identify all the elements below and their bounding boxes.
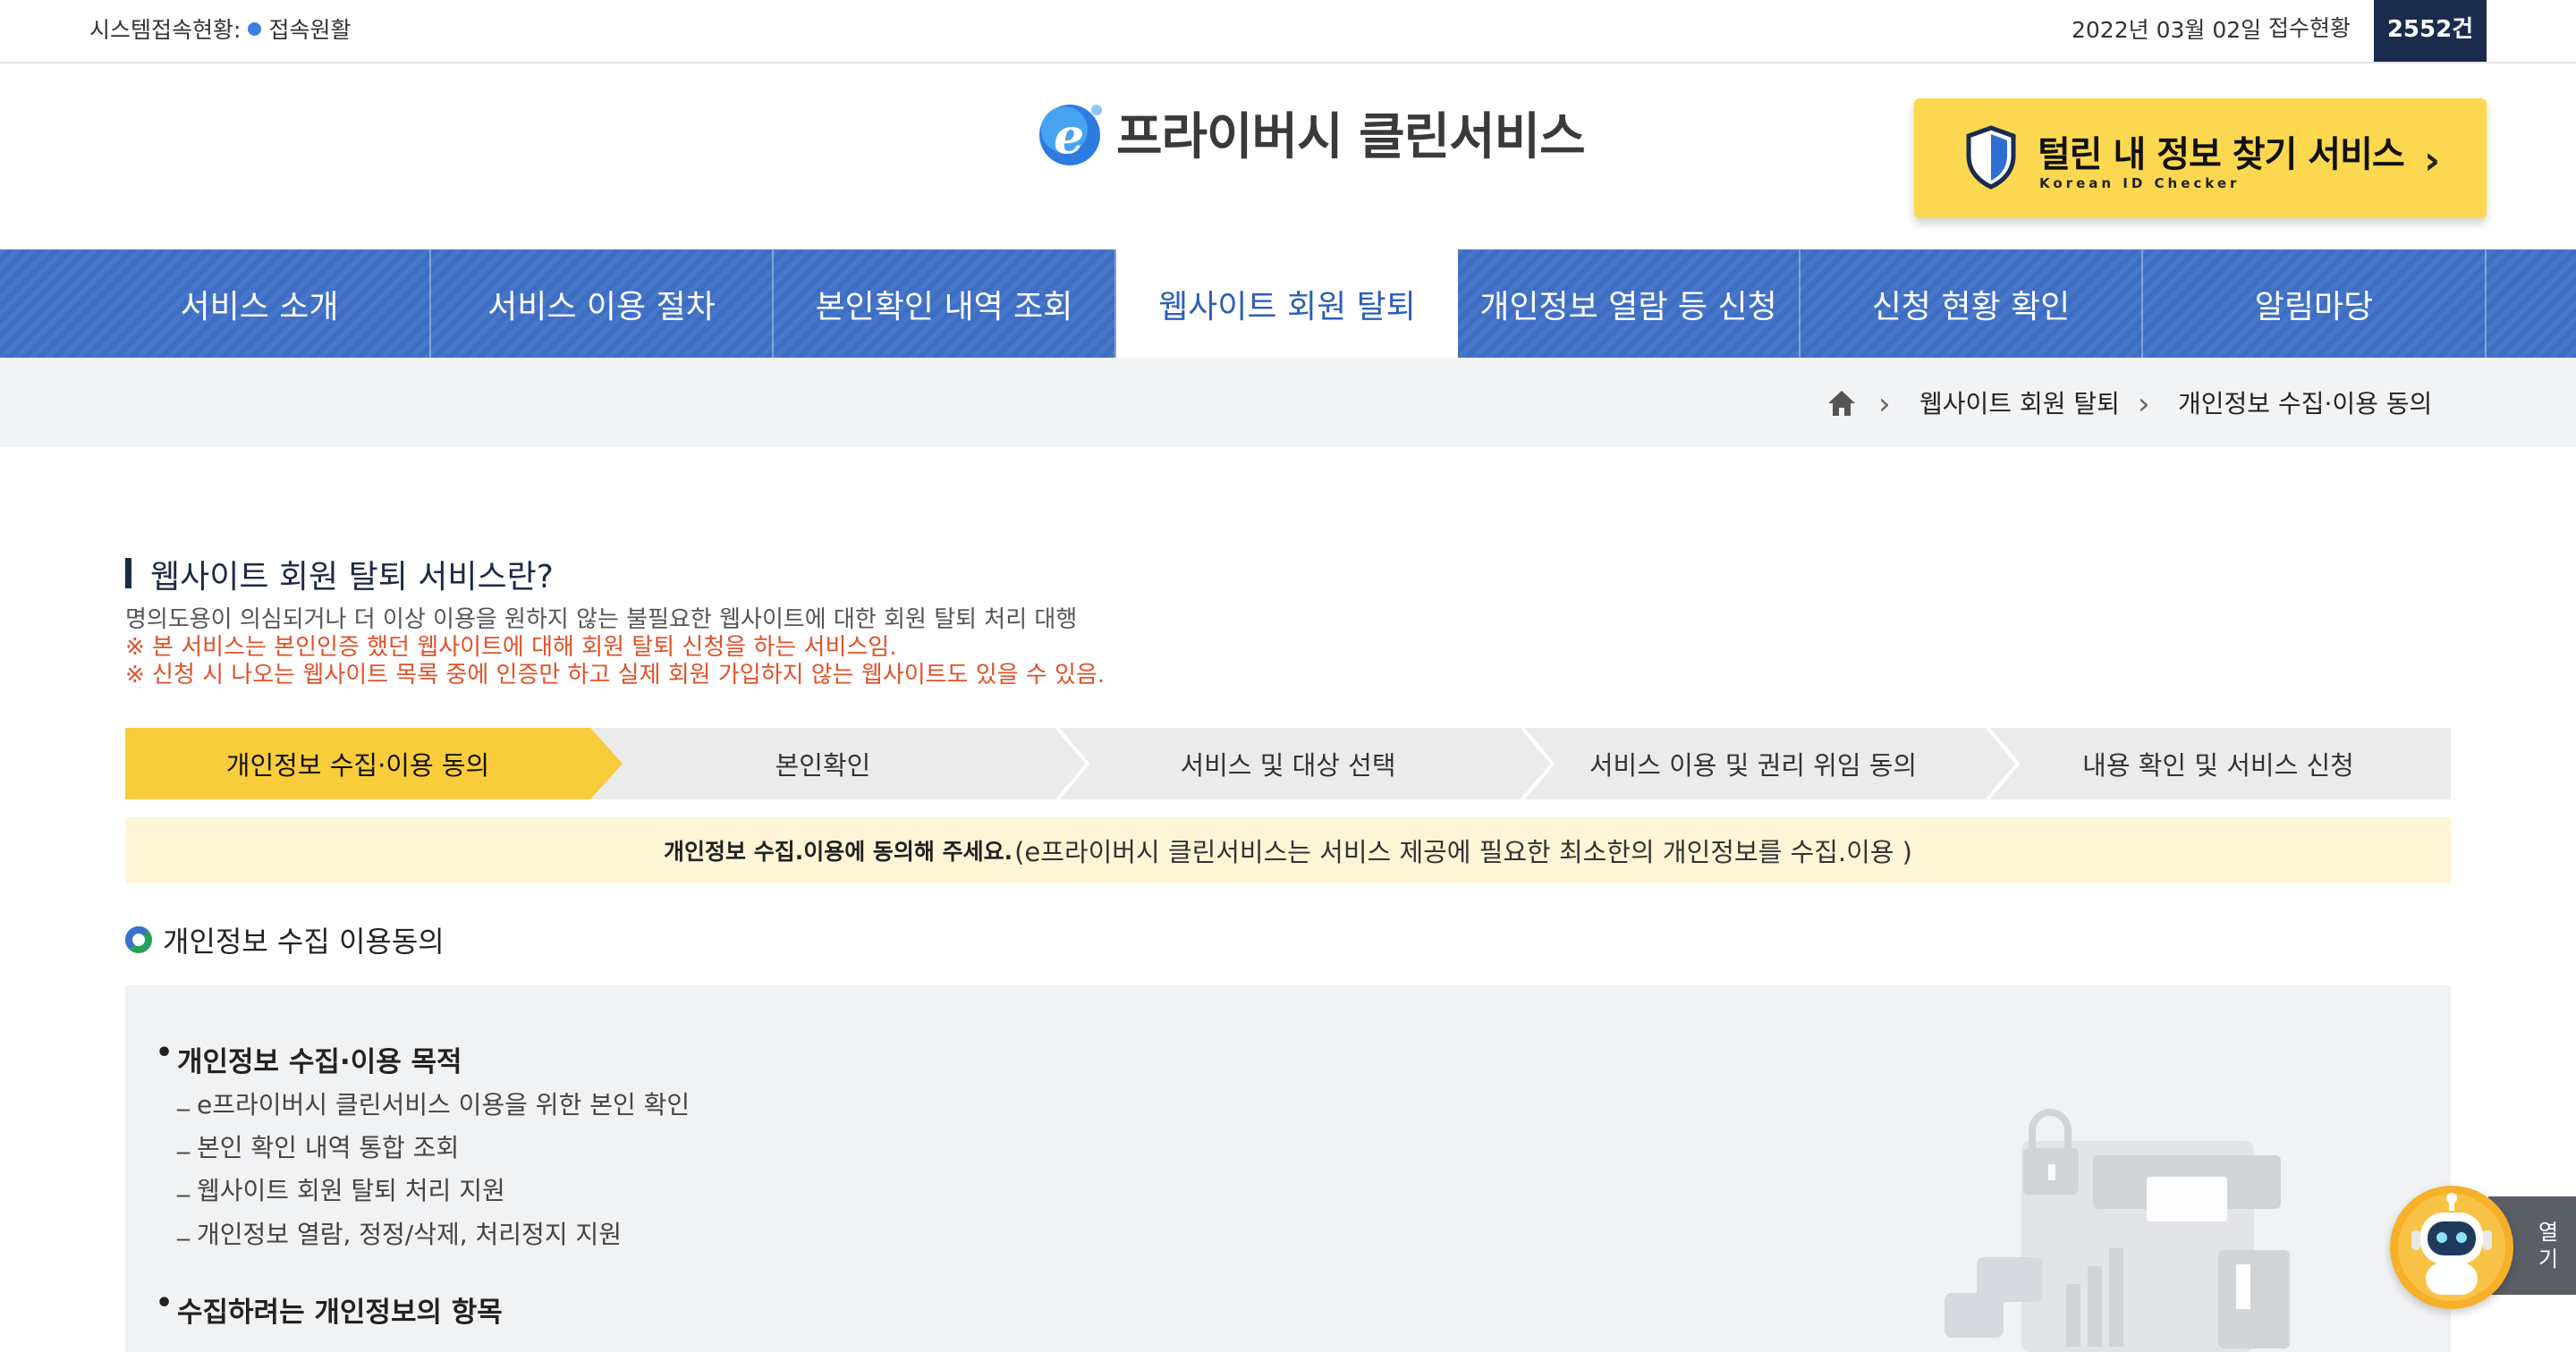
status-dot-icon xyxy=(248,21,262,36)
consent-notice: 개인정보 수집.이용에 동의해 주세요. (e프라이버시 클린서비스는 서비스 … xyxy=(125,817,2451,883)
step-identity-check: 본인확인 xyxy=(775,750,871,781)
robot-icon xyxy=(2398,1193,2505,1301)
items-heading: 수집하려는 개인정보의 항목 xyxy=(156,1288,503,1330)
notice-text: (e프라이버시 클린서비스는 서비스 제공에 필요한 최소한의 개인정보를 수집… xyxy=(1014,837,1912,867)
step-delegation-consent: 서비스 이용 및 권리 위임 동의 xyxy=(1589,750,1918,781)
shield-icon xyxy=(1964,125,2018,190)
step-arrow-icon xyxy=(590,728,623,799)
warning-line: ※ 신청 시 나오는 웹사이트 목록 중에 인증만 하고 실제 회원 가입하지 … xyxy=(125,662,1106,689)
step-arrow-icon xyxy=(1055,728,1090,799)
open-label: 기 xyxy=(2538,1246,2559,1272)
ring-bullet-icon xyxy=(125,926,152,953)
receipt-count-badge: 2552건 xyxy=(2374,0,2487,62)
system-status-label: 시스템접속현황: xyxy=(89,17,242,43)
current-date: 2022년 03월 02일 xyxy=(2072,17,2262,43)
home-icon[interactable] xyxy=(1826,389,1857,418)
receipt-label: 접수현황 xyxy=(2268,15,2351,41)
korean-id-checker-banner[interactable]: 털린 내 정보 찾기 서비스 Korean ID Checker › xyxy=(1914,98,2487,218)
list-item: 개인정보 열람, 정정/삭제, 처리정지 지원 xyxy=(177,1212,622,1251)
privacy-illustration xyxy=(1941,1105,2317,1352)
chevron-right-icon: › xyxy=(1878,386,1891,422)
e-logo-icon: e xyxy=(1034,97,1109,169)
step-arrow-icon xyxy=(1521,728,1555,799)
description-line: 명의도용이 의심되거나 더 이상 이용을 원하지 않는 불필요한 웹사이트에 대… xyxy=(125,606,1078,633)
step-arrow-icon xyxy=(1986,728,2021,799)
progress-steps: 개인정보 수집·이용 동의 본인확인 서비스 및 대상 선택 서비스 이용 및 … xyxy=(125,728,2451,799)
breadcrumb-item-consent: 개인정보 수집·이용 동의 xyxy=(2178,389,2433,418)
open-label: 열 xyxy=(2538,1220,2559,1245)
promo-subtitle: Korean ID Checker xyxy=(2039,175,2241,191)
nav-item-website-withdrawal[interactable]: 웹사이트 회원 탈퇴 xyxy=(1116,249,1458,358)
main-nav: 서비스 소개 서비스 이용 절차 본인확인 내역 조회 웹사이트 회원 탈퇴 개… xyxy=(0,249,2576,358)
nav-item-application-status[interactable]: 신청 현황 확인 xyxy=(1801,249,2143,358)
section-title: 웹사이트 회원 탈퇴 서비스란? xyxy=(125,551,554,597)
nav-item-identity-history[interactable]: 본인확인 내역 조회 xyxy=(774,249,1116,358)
nav-item-notice-board[interactable]: 알림마당 xyxy=(2143,249,2487,358)
svg-text:e: e xyxy=(1054,107,1084,165)
logo-title: 프라이버시 클린서비스 xyxy=(1116,108,1586,166)
purpose-heading: 개인정보 수집·이용 목적 xyxy=(156,1037,462,1079)
list-item: e프라이버시 클린서비스 이용을 위한 본인 확인 xyxy=(177,1082,690,1121)
notice-bold: 개인정보 수집.이용에 동의해 주세요. xyxy=(664,839,1013,865)
step-confirm-apply: 내용 확인 및 서비스 신청 xyxy=(2082,750,2354,781)
list-item: 웹사이트 회원 탈퇴 처리 지원 xyxy=(177,1168,505,1207)
nav-item-usage-procedure[interactable]: 서비스 이용 절차 xyxy=(431,249,774,358)
top-status-bar: 시스템접속현황: 접속원활 2022년 03월 02일 접수현황 2552건 xyxy=(0,0,2576,63)
chevron-right-icon: › xyxy=(2424,138,2441,183)
breadcrumb: › 웹사이트 회원 탈퇴 › 개인정보 수집·이용 동의 xyxy=(0,358,2576,447)
promo-title: 털린 내 정보 찾기 서비스 xyxy=(2038,134,2405,175)
warning-line: ※ 본 서비스는 본인인증 했던 웹사이트에 대해 회원 탈퇴 신청을 하는 서… xyxy=(125,634,897,661)
consent-title: 개인정보 수집 이용동의 xyxy=(163,925,445,959)
breadcrumb-item-withdrawal[interactable]: 웹사이트 회원 탈퇴 xyxy=(1919,384,2120,420)
step-service-target-select: 서비스 및 대상 선택 xyxy=(1180,750,1396,781)
consent-heading: 개인정보 수집 이용동의 xyxy=(125,919,445,960)
site-logo[interactable]: e 프라이버시 클린서비스 xyxy=(1034,97,1586,169)
system-status-value: 접속원활 xyxy=(268,17,352,43)
list-item: 본인 확인 내역 통합 조회 xyxy=(177,1125,459,1164)
system-status: 시스템접속현황: 접속원활 xyxy=(89,13,351,45)
nav-item-service-intro[interactable]: 서비스 소개 xyxy=(89,249,431,358)
chatbot-button[interactable] xyxy=(2390,1186,2513,1309)
section-description: 명의도용이 의심되거나 더 이상 이용을 원하지 않는 불필요한 웹사이트에 대… xyxy=(125,606,1105,689)
chevron-right-icon: › xyxy=(2138,386,2150,422)
step-privacy-consent: 개인정보 수집·이용 동의 xyxy=(125,728,590,799)
nav-item-privacy-request[interactable]: 개인정보 열람 등 신청 xyxy=(1458,249,1801,358)
